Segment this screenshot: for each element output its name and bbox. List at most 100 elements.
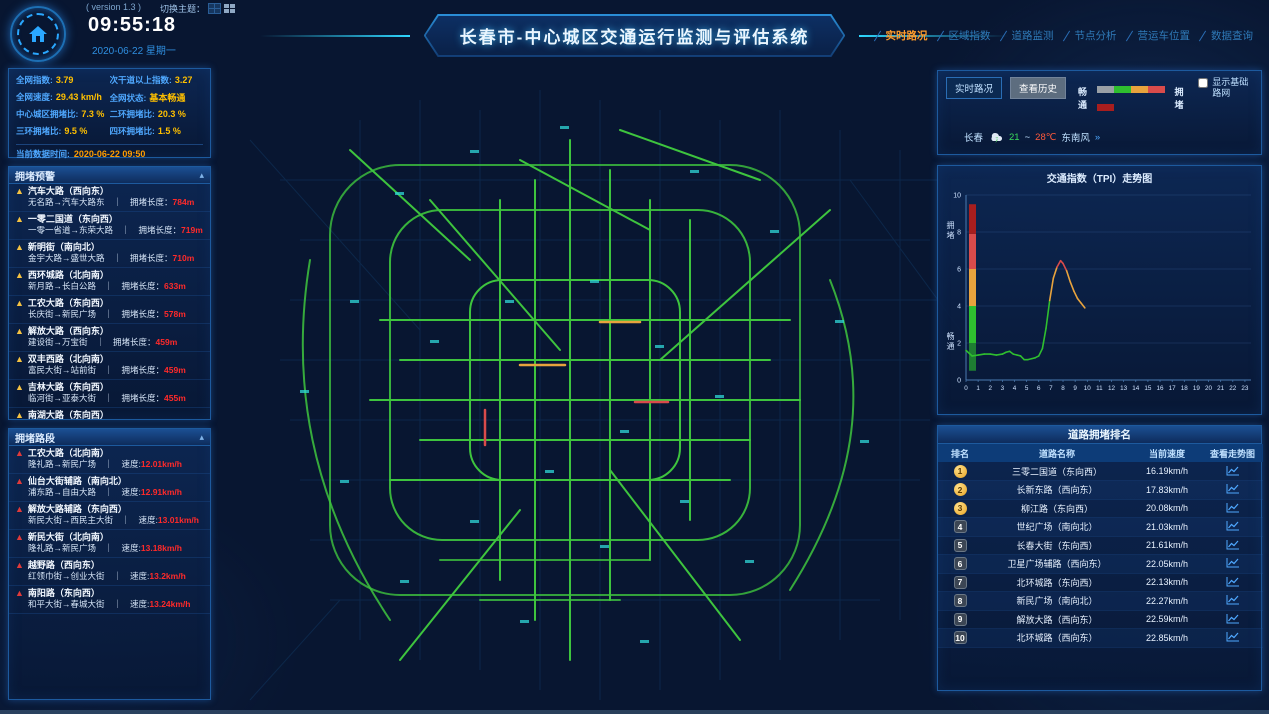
trend-chart-icon[interactable] (1226, 557, 1240, 570)
svg-text:4: 4 (1013, 385, 1017, 392)
congested-sections-title: 拥堵路段 (15, 430, 55, 445)
collapse-arrow-icon[interactable]: ▴ (199, 433, 204, 442)
alert-road-row: ▲ 解放大路辅路（东向西） (15, 504, 204, 515)
rank-cell: 5 (938, 536, 982, 555)
svg-text:12: 12 (1108, 385, 1116, 392)
warning-triangle-icon: ▲ (15, 589, 24, 598)
road-name-cell: 长春大街（东向西） (982, 536, 1132, 555)
alert-detail-row: 一零一省道→东荣大路 ｜ 拥堵长度：719m (15, 225, 204, 236)
svg-text:4: 4 (957, 304, 961, 311)
list-item[interactable]: ▲南湖大路（东向西）南湖新村中街→南湖广场 ｜ 拥堵长度：458m (9, 408, 210, 419)
alert-detail-row: 金宇大路→盛世大路 ｜ 拥堵长度：710m (15, 253, 204, 264)
list-item[interactable]: ▲ 新明街（南向北）金宇大路→盛世大路 ｜ 拥堵长度：710m (9, 240, 210, 268)
trend-chart-icon[interactable] (1226, 539, 1240, 552)
stat-label: 全网指数: (16, 74, 53, 86)
svg-text:13: 13 (1120, 385, 1128, 392)
collapse-arrow-icon[interactable]: ▴ (199, 171, 204, 180)
nav-item-区域指数[interactable]: 区域指数 (938, 26, 997, 45)
list-item[interactable]: ▲工农大路（北向南）隆礼路→新民广场 ｜ 速度:12.01km/h (9, 446, 210, 474)
warning-triangle-icon: ▲ (15, 327, 24, 336)
trend-chart-icon[interactable] (1226, 613, 1240, 626)
list-item[interactable]: ▲西环城路（北向南）新月路→长白公路 ｜ 拥堵长度：633m (9, 268, 210, 296)
list-item[interactable]: ▲越野路（西向东）红领巾街→创业大街 ｜ 速度:13.2km/h (9, 558, 210, 586)
stat-label: 全网速度: (16, 91, 53, 103)
bottom-scrollbar[interactable] (0, 710, 1269, 714)
alert-road-name: 双丰西路（北向南） (28, 354, 109, 365)
stats-grid: 全网指数:3.79次干道以上指数:3.27全网速度:29.43 km/h全网状态… (16, 74, 203, 142)
home-button[interactable] (10, 6, 66, 62)
trend-cell (1202, 592, 1263, 611)
table-row: 6卫星广场辅路（西向东）22.05km/h (938, 555, 1263, 574)
warning-triangle-icon: ▲ (15, 243, 24, 252)
list-item[interactable]: ▲吉林大路（东向西）临河街→亚泰大街 ｜ 拥堵长度：455m (9, 380, 210, 408)
stat-cell: 全网速度:29.43 km/h (16, 91, 110, 108)
nav-item-数据查询[interactable]: 数据查询 (1200, 26, 1259, 45)
congestion-warning-header: 拥堵预警 ▴ (9, 167, 210, 184)
list-item[interactable]: ▲解放大路（西向东）建设街→万宝街 ｜ 拥堵长度：459m (9, 324, 210, 352)
stat-cell: 全网状态:基本畅通 (110, 91, 204, 108)
smooth-roads (303, 130, 854, 660)
alert-road-name: 汽车大路（西向东） (28, 186, 109, 197)
logo-ring (17, 13, 59, 55)
list-item[interactable]: ▲一零二国道（东向西）一零一省道→东荣大路 ｜ 拥堵长度：719m (9, 212, 210, 240)
trend-chart-icon[interactable] (1226, 631, 1240, 644)
list-item[interactable]: ▲ 解放大路辅路（东向西）新民大街→西民主大街 ｜ 速度:13.01km/h (9, 502, 210, 530)
trend-cell (1202, 499, 1263, 518)
ranking-table-header-row: 排名道路名称当前速度查看走势图 (938, 444, 1263, 462)
warning-triangle-icon: ▲ (15, 505, 24, 514)
alert-detail-row: 浦东路→自由大路 ｜ 速度:12.91km/h (15, 487, 204, 498)
alert-road-name: 工农大路（东向西） (28, 298, 109, 309)
trend-chart-icon[interactable] (1226, 520, 1240, 533)
rank-badge: 3 (954, 502, 967, 515)
alert-detail-row: 新民大街→西民主大街 ｜ 速度:13.01km/h (15, 515, 204, 526)
list-item[interactable]: ▲工农大路（东向西）长庆街→新民广场 ｜ 拥堵长度：578m (9, 296, 210, 324)
rank-badge: 5 (954, 539, 967, 552)
rank-cell: 6 (938, 555, 982, 574)
alert-road-name: 南阳路（东向西） (28, 588, 100, 599)
alert-road-name: 解放大路辅路（东向西） (28, 504, 127, 515)
theme-dark-icon[interactable] (209, 4, 220, 13)
speed-cell: 22.27km/h (1132, 592, 1202, 611)
page-title: 长春市-中心城区交通运行监测与评估系统 (460, 23, 810, 48)
alert-value: 13.2km/h (149, 571, 185, 581)
stat-value: 20.3 % (158, 109, 186, 119)
speed-cell: 17.83km/h (1132, 481, 1202, 500)
legend-color-swatch (1097, 104, 1114, 111)
svg-text:10: 10 (1084, 385, 1092, 392)
column-header: 排名 (938, 444, 982, 462)
weather-more-link[interactable]: » (1095, 132, 1100, 143)
storm-weather-icon (988, 131, 1004, 144)
trend-chart-icon[interactable] (1226, 576, 1240, 589)
trend-chart-icon[interactable] (1226, 483, 1240, 496)
tab-realtime[interactable]: 实时路况 (946, 77, 1002, 99)
nav-item-营运车位置[interactable]: 营运车位置 (1127, 26, 1197, 45)
svg-text:1: 1 (976, 385, 980, 392)
stat-cell: 四环拥堵比:1.5 % (110, 125, 204, 142)
nav-item-实时路况[interactable]: 实时路况 (875, 26, 934, 45)
nav-item-道路监测[interactable]: 道路监测 (1001, 26, 1060, 45)
svg-text:11: 11 (1096, 385, 1103, 392)
rank-badge: 10 (954, 631, 967, 644)
list-item[interactable]: ▲汽车大路（西向东）无名路→汽车大路东 ｜ 拥堵长度：784m (9, 184, 210, 212)
stat-label: 二环拥堵比: (110, 108, 155, 120)
stat-cell: 次干道以上指数:3.27 (110, 74, 204, 91)
nav-item-节点分析[interactable]: 节点分析 (1064, 26, 1123, 45)
alert-detail-row: 富民大街→站前街 ｜ 拥堵长度：459m (15, 365, 204, 376)
theme-light-icon[interactable] (224, 4, 235, 13)
alert-road-row: ▲ 新明街（南向北） (15, 242, 204, 253)
trend-chart-icon[interactable] (1226, 594, 1240, 607)
list-item[interactable]: ▲仙台大街辅路（南向北）浦东路→自由大路 ｜ 速度:12.91km/h (9, 474, 210, 502)
list-item[interactable]: ▲新民大街（北向南）隆礼路→新民广场 ｜ 速度:13.18km/h (9, 530, 210, 558)
congestion-warning-title: 拥堵预警 (15, 168, 55, 183)
road-name-cell: 三零二国道（东向西） (982, 462, 1132, 481)
alert-road-name: 新明街（南向北） (28, 242, 100, 253)
list-item[interactable]: ▲双丰西路（北向南）富民大街→站前街 ｜ 拥堵长度：459m (9, 352, 210, 380)
show-base-network-checkbox[interactable]: 显示基础路网 (1198, 77, 1253, 99)
trend-chart-icon[interactable] (1226, 502, 1240, 515)
list-item[interactable]: ▲南阳路（东向西）和平大街→春城大街 ｜ 速度:13.24km/h (9, 586, 210, 614)
tab-history[interactable]: 查看历史 (1010, 77, 1066, 99)
rank-cell: 1 (938, 462, 982, 481)
checkbox-input[interactable] (1198, 78, 1208, 88)
speed-cell: 22.59km/h (1132, 610, 1202, 629)
trend-chart-icon[interactable] (1226, 465, 1240, 478)
